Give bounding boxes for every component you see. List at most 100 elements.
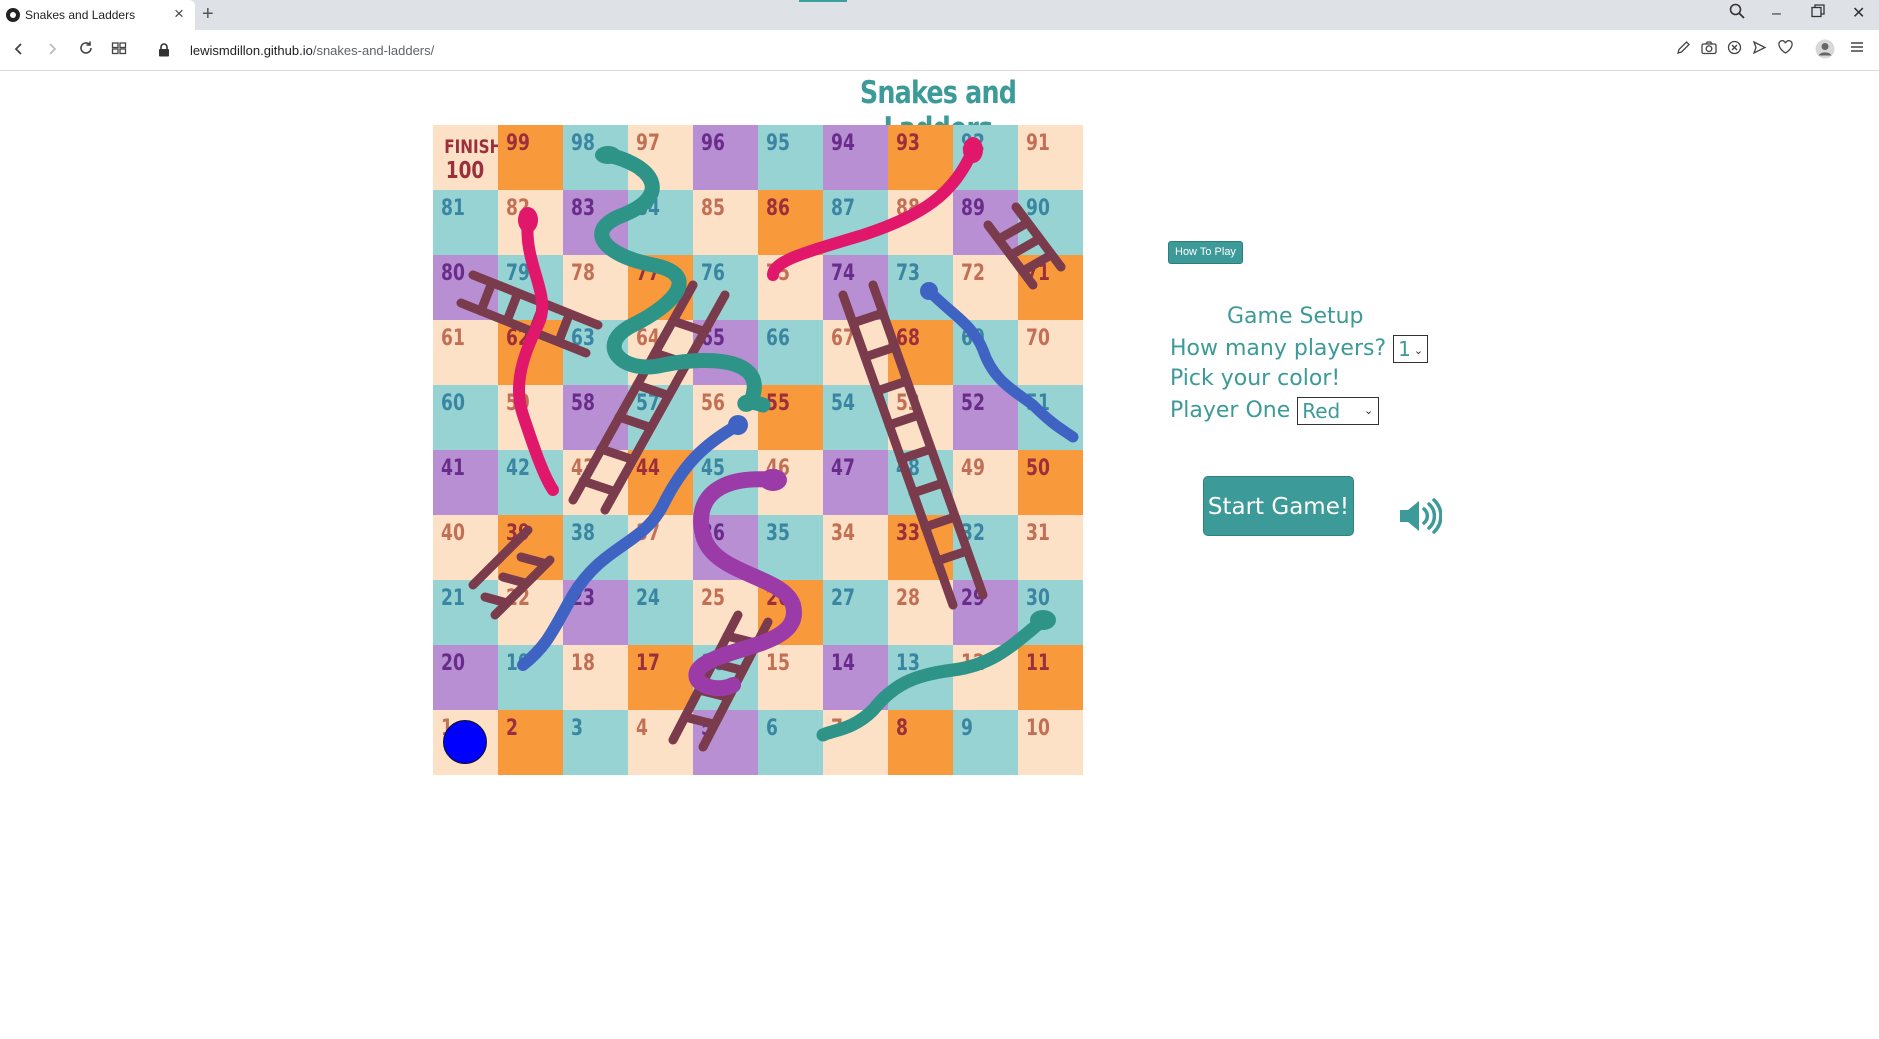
cell-number: 36 [701,521,725,546]
cell-number: 89 [961,196,985,221]
cell-number: 96 [701,131,725,156]
how-to-play-button[interactable]: How To Play [1168,241,1243,264]
edit-icon[interactable] [1676,40,1691,61]
board-cell: 55 [758,385,823,450]
lock-icon[interactable] [158,40,170,62]
board-cell: 4 [628,710,693,775]
cell-number: 93 [896,131,920,156]
board-cell: 56 [693,385,758,450]
board-cell: 19 [498,645,563,710]
cell-number: 91 [1026,131,1050,156]
board-cell: 80 [433,255,498,320]
cell-number: 78 [571,261,595,286]
forward-icon[interactable] [45,39,59,61]
sound-icon[interactable] [1398,498,1442,534]
board-cell: FINISH 100 [433,125,502,190]
close-window-icon[interactable]: ✕ [1852,3,1865,25]
send-icon[interactable] [1752,40,1767,61]
cell-number: 66 [766,326,790,351]
board-cell: 78 [563,255,628,320]
board-cell: 82 [498,190,563,255]
board-cell: 16 [693,645,758,710]
board-cell: 66 [758,320,823,385]
cell-number: 33 [896,521,920,546]
cell-number: 85 [701,196,725,221]
board-cell: 69 [953,320,1018,385]
cell-number: 52 [961,391,985,416]
cell-number: 56 [701,391,725,416]
board-cell: 81 [433,190,498,255]
board-cell: 92 [953,125,1018,190]
cell-number: 43 [571,456,595,481]
cell-number: 75 [766,261,790,286]
camera-icon[interactable] [1701,40,1717,61]
board-cell: 53 [888,385,953,450]
board-cell: 25 [693,580,758,645]
board-cell: 79 [498,255,563,320]
search-tabs-icon[interactable] [1729,3,1745,26]
cell-number: 57 [636,391,660,416]
cell-number: 14 [831,651,855,676]
tab-title: Snakes and Ladders [25,8,136,22]
tab-grid-icon[interactable] [111,39,127,61]
cell-number: 11 [1026,651,1050,676]
cell-number: 92 [961,131,985,156]
reload-icon[interactable] [78,39,94,61]
browser-tab[interactable]: Snakes and Ladders × [0,0,195,30]
player-one-color-select[interactable]: Red ⌄ [1297,397,1380,425]
cell-number: 27 [831,586,855,611]
board-cell: 7 [823,710,888,775]
board-cell: 60 [433,385,498,450]
cell-number: 7 [831,716,843,741]
close-tab-icon[interactable]: × [174,4,184,24]
board-cell: 22 [498,580,563,645]
board-cell: 43 [563,450,628,515]
board-cell: 29 [953,580,1018,645]
restore-icon[interactable] [1811,3,1825,25]
ad-block-icon[interactable] [1727,40,1742,61]
back-icon[interactable] [12,39,26,61]
profile-avatar-icon[interactable] [1815,39,1835,65]
board-cell: 58 [563,385,628,450]
cell-number: 61 [441,326,465,351]
menu-icon[interactable] [1850,40,1864,60]
board-cell: 51 [1018,385,1083,450]
heart-icon[interactable] [1778,40,1793,60]
board-cell: 35 [758,515,823,580]
cell-number: 19 [506,651,530,676]
board-cell: 97 [628,125,693,190]
chevron-down-icon: ⌄ [1413,343,1424,357]
board-cell: 11 [1018,645,1083,710]
start-game-button[interactable]: Start Game! [1203,476,1354,536]
cell-number: 30 [1026,586,1050,611]
cell-number: 88 [896,196,920,221]
cell-number: 20 [441,651,465,676]
new-tab-icon[interactable]: + [202,3,214,25]
url-domain: lewismdillon.github.io [190,43,313,58]
minimize-icon[interactable]: – [1772,3,1781,25]
cell-number: 97 [636,131,660,156]
cell-number: 32 [961,521,985,546]
cell-number: 45 [701,456,725,481]
cell-number: 65 [701,326,725,351]
board-cell: 5 [693,710,758,775]
board-cell: 36 [693,515,758,580]
cell-number: 64 [636,326,660,351]
board-cell: 21 [433,580,498,645]
board-cell: 86 [758,190,823,255]
board-cell: 72 [953,255,1018,320]
cell-number: 16 [701,651,725,676]
setup-title: Game Setup [1227,304,1364,329]
board-cell: 68 [888,320,953,385]
players-select[interactable]: 1 ⌄ [1393,335,1429,363]
players-row: How many players? 1 ⌄ [1170,335,1429,363]
board-cell: 23 [563,580,628,645]
address-bar[interactable]: lewismdillon.github.io/snakes-and-ladder… [190,43,434,58]
browser-nav-bar: lewismdillon.github.io/snakes-and-ladder… [0,30,1879,71]
board-cell: 14 [823,645,888,710]
cell-number: 3 [571,716,583,741]
board-cell: 85 [693,190,758,255]
cell-number: 100 [445,158,485,184]
cell-number: 49 [961,456,985,481]
board-cell: 18 [563,645,628,710]
